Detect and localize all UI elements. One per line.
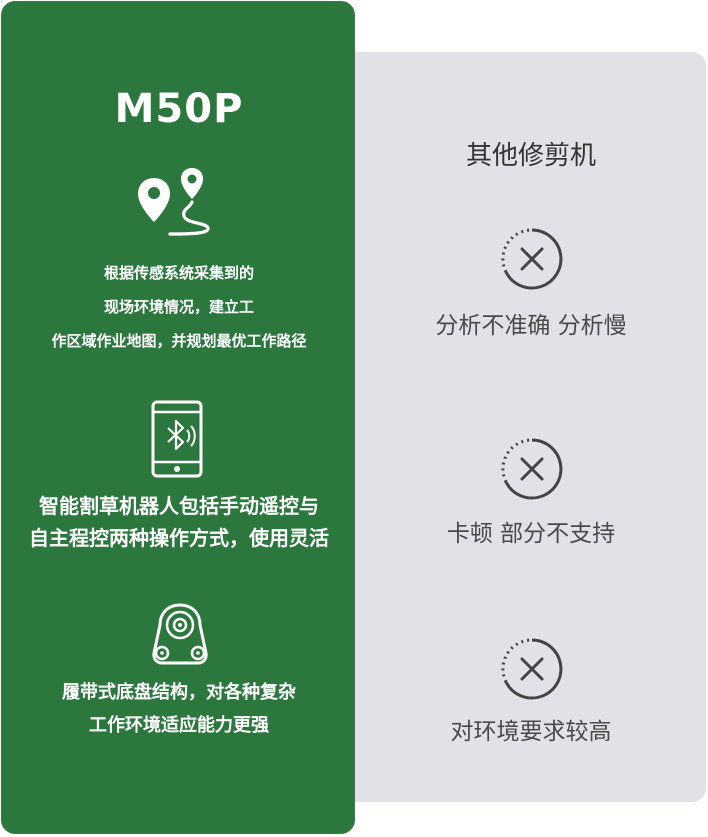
x-circle-icon: [499, 636, 565, 702]
other-mower-title: 其他修剪机: [465, 141, 596, 171]
other-point-2: 卡顿 部分不支持: [446, 521, 616, 547]
phone-bluetooth-icon: [151, 400, 203, 478]
other-point-3: 对环境要求较高: [450, 719, 612, 745]
product-title: M50P: [114, 86, 244, 132]
feature-text-chassis: 履带式底盘结构，对各种复杂 工作环境适应能力更强: [62, 682, 296, 736]
track-chassis-icon: [148, 601, 212, 667]
map-route-icon: [136, 164, 220, 238]
x-circle-icon: [499, 436, 565, 502]
x-circle-icon: [499, 226, 565, 292]
other-point-1: 分析不准确 分析慢: [435, 313, 627, 339]
feature-text-mapping: 根据传感系统采集到的 现场环境情况，建立工 作区域作业地图，并规划最优工作路径: [51, 264, 307, 350]
feature-text-control: 智能割草机器人包括手动遥控与 自主程控两种操作方式，使用灵活: [29, 494, 329, 550]
